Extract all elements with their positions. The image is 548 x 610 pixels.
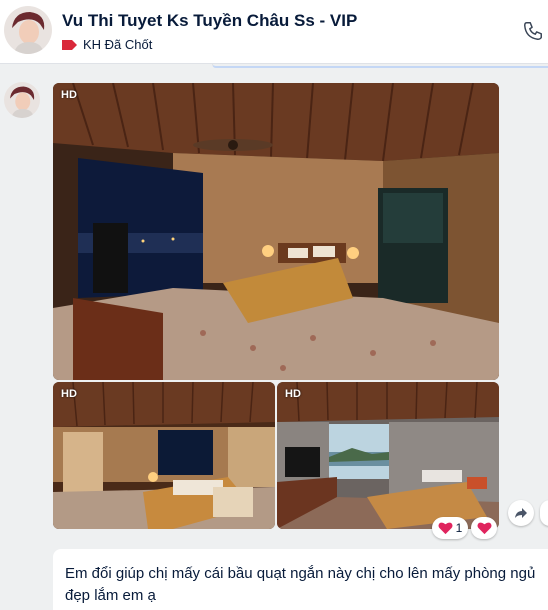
photo-bedroom-night[interactable]: HD <box>53 382 275 529</box>
conversation-title: Vu Thi Tuyet Ks Tuyền Châu Ss - VIP <box>62 11 358 30</box>
message-bubble[interactable]: Em đổi giúp chị mấy cái bầu quạt ngắn nà… <box>53 549 548 610</box>
contact-avatar[interactable] <box>4 6 52 54</box>
hd-badge: HD <box>285 388 301 400</box>
message-text-line: đẹp lắm em ạ <box>65 587 156 604</box>
share-arrow-icon <box>515 508 527 518</box>
customer-tag-label: KH Đã Chốt <box>83 37 153 52</box>
customer-tag[interactable]: KH Đã Chốt <box>62 37 152 52</box>
more-actions-button[interactable] <box>540 500 548 526</box>
hd-badge: HD <box>61 388 77 400</box>
heart-icon <box>477 522 491 535</box>
reaction-count: 1 <box>455 521 463 535</box>
previous-message-edge <box>212 64 548 68</box>
photo-bedroom-seaview[interactable]: HD <box>277 382 499 529</box>
share-button[interactable] <box>508 500 534 526</box>
phone-icon[interactable] <box>522 20 544 42</box>
conversation-header: Vu Thi Tuyet Ks Tuyền Châu Ss - VIP KH Đ… <box>0 0 548 64</box>
label-tag-icon <box>62 39 77 50</box>
message-text-line: Em đổi giúp chị mấy cái bầu quạt ngắn nà… <box>65 565 536 582</box>
photo-bedroom-main[interactable]: HD <box>53 83 499 380</box>
reaction-summary[interactable]: 1 <box>432 517 468 539</box>
sender-avatar[interactable] <box>4 82 40 118</box>
hd-badge: HD <box>61 89 77 101</box>
heart-icon <box>438 522 453 535</box>
react-button[interactable] <box>471 517 497 539</box>
